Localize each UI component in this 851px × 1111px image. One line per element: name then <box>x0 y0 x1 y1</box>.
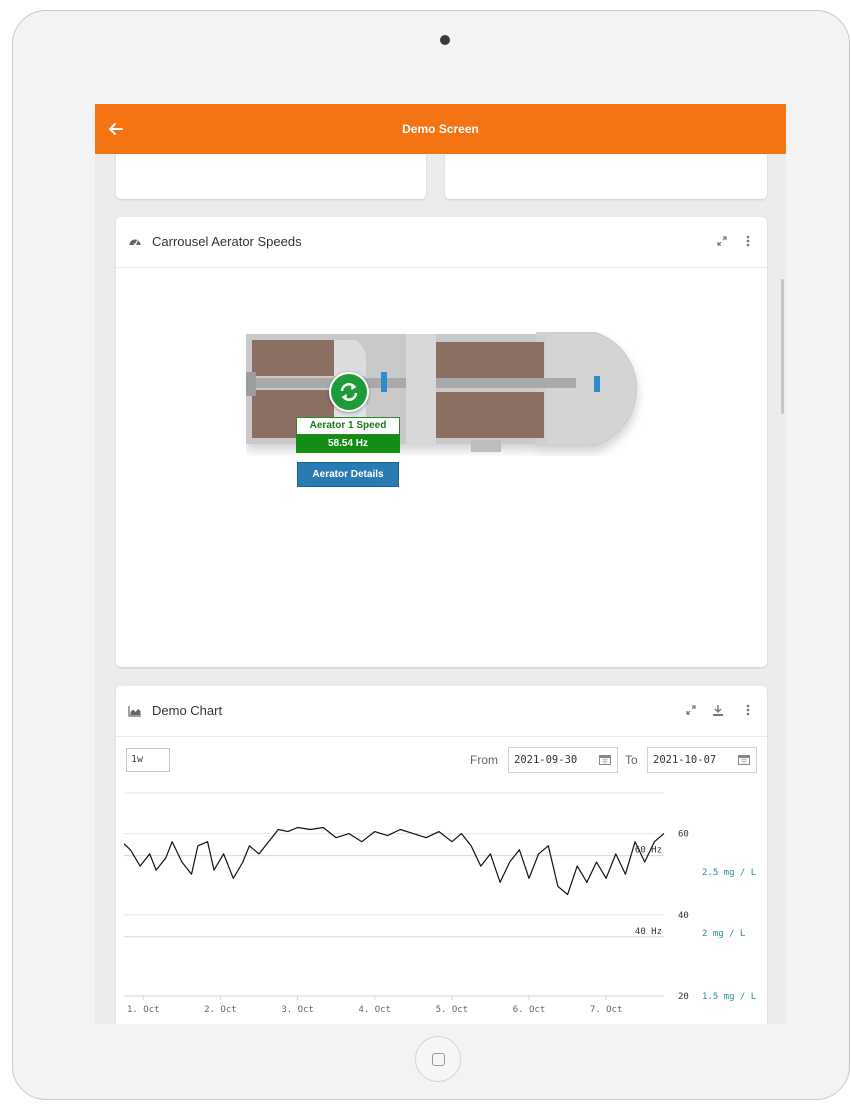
page-title: Demo Screen <box>402 122 479 136</box>
plot-line-label: 40 Hz <box>635 927 662 937</box>
y-tick-label: 40 <box>678 911 689 921</box>
x-tick-label: 2. Oct <box>204 1005 237 1015</box>
more-vertical-icon[interactable] <box>740 703 756 719</box>
aerator-details-button[interactable]: Aerator Details <box>297 462 399 487</box>
area-chart-icon <box>128 706 141 717</box>
aerator-card-header: Carrousel Aerator Speeds <box>116 217 767 268</box>
x-tick-label: 7. Oct <box>590 1005 623 1015</box>
download-icon[interactable] <box>710 703 726 719</box>
x-tick-label: 3. Oct <box>281 1005 314 1015</box>
aerator-speed-label: Aerator 1 Speed <box>296 417 400 435</box>
secondary-y-tick-label: 2 mg / L <box>702 929 745 939</box>
x-tick-label: 4. Oct <box>358 1005 391 1015</box>
x-tick-label: 1. Oct <box>127 1005 160 1015</box>
series-line <box>123 826 665 896</box>
secondary-y-tick-label: 1.5 mg / L <box>702 992 756 1002</box>
aerator-card: Carrousel Aerator Speeds Aerator 1 Speed… <box>116 217 767 667</box>
x-tick-label: 6. Oct <box>513 1005 546 1015</box>
to-date-value: 2021-10-07 <box>653 754 717 766</box>
refresh-icon <box>340 383 358 401</box>
y-tick-label: 60 <box>678 830 689 840</box>
app-screen: Demo Screen Carrousel Aerator Speeds Aer… <box>95 104 786 1024</box>
camera-icon <box>440 35 450 45</box>
home-square-icon <box>431 1052 445 1066</box>
range-selector-input[interactable]: 1w <box>126 748 170 772</box>
expand-icon[interactable] <box>683 703 699 719</box>
app-header: Demo Screen <box>95 104 786 154</box>
to-label: To <box>625 753 638 767</box>
aerator-rotor-button[interactable] <box>329 372 369 412</box>
expand-icon[interactable] <box>714 234 730 250</box>
calendar-icon[interactable] <box>599 754 611 765</box>
home-button[interactable] <box>415 1036 461 1082</box>
aerator-diagram: Aerator 1 Speed 58.54 Hz Aerator Details <box>116 268 767 667</box>
chart-card-header: Demo Chart <box>116 686 767 737</box>
aerator-speed-value: 58.54 Hz <box>296 435 400 453</box>
aerator-card-title: Carrousel Aerator Speeds <box>152 234 302 249</box>
from-label: From <box>470 753 498 767</box>
to-date-input[interactable]: 2021-10-07 <box>647 747 757 773</box>
chart-card: Demo Chart 1w From 2021-09-30 To 2021-10… <box>116 686 767 1024</box>
y-tick-label: 20 <box>678 992 689 1002</box>
from-date-value: 2021-09-30 <box>514 754 578 766</box>
demo-line-chart: 60 Hz40 Hz1. Oct 2. Oct 3. Oct 4. Oct 5. Oct… <box>123 792 756 1015</box>
from-date-input[interactable]: 2021-09-30 <box>508 747 618 773</box>
tablet-frame: Demo Screen Carrousel Aerator Speeds Aer… <box>12 10 850 1100</box>
secondary-y-tick-label: 2.5 mg / L <box>702 868 756 878</box>
gauge-icon <box>129 239 141 247</box>
page-scrollbar[interactable] <box>781 279 784 414</box>
x-tick-label: 5. Oct <box>436 1005 469 1015</box>
more-vertical-icon[interactable] <box>740 234 756 250</box>
chart-card-title: Demo Chart <box>152 703 223 718</box>
calendar-icon[interactable] <box>738 754 750 765</box>
